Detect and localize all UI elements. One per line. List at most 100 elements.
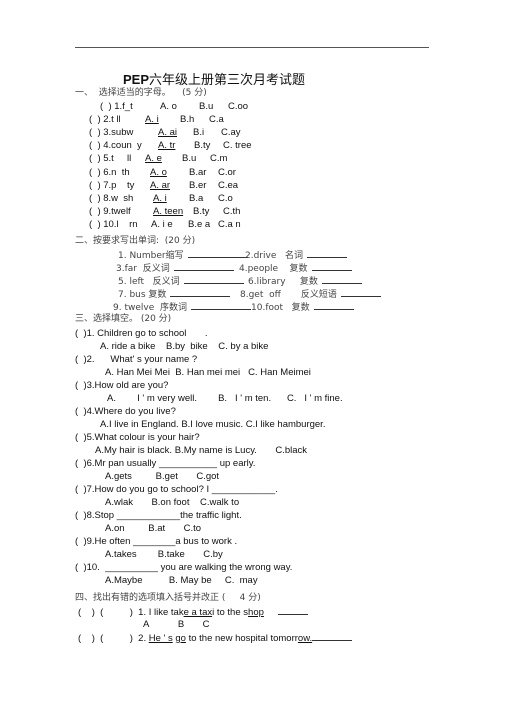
title-prefix: PEP xyxy=(123,72,150,87)
answer-blank xyxy=(313,301,354,310)
s1-question: ( ) 7.p ty xyxy=(89,179,135,191)
s3-question: ( )1. Children go to school . xyxy=(75,328,208,339)
s3-options: A.on B.at C.to xyxy=(105,523,202,534)
s3-question: ( )8.Stop ____________the traffic light. xyxy=(75,510,242,521)
s1-question: ( ) 2.t ll xyxy=(89,114,121,126)
s1-option-c: C.m xyxy=(210,153,228,165)
answer-blank xyxy=(173,262,234,271)
s3-question: ( )2. What' s your name ? xyxy=(75,354,198,365)
s1-option-c: C.oo xyxy=(228,101,249,112)
answer-blank xyxy=(277,606,308,615)
s3-question: ( )5.What colour is your hair? xyxy=(75,432,200,443)
s2-text: 3.far 反义词 xyxy=(116,264,170,274)
s1-option-a: A. teen xyxy=(153,205,184,217)
s1-option-c: C.a xyxy=(209,114,224,126)
answer-blank xyxy=(311,262,352,271)
s3-question: ( )6.Mr pan usually ___________ up early… xyxy=(75,458,256,469)
s2-item-right: 4.people 复数 xyxy=(239,262,352,275)
s2-text: 2.drive 名词 xyxy=(245,251,303,261)
s3-options: A.gets B.get C.got xyxy=(105,471,220,482)
s4-option-c: hop xyxy=(248,607,264,618)
answer-blank xyxy=(187,249,248,258)
s3-options: A.My hair is black. B.My name is Lucy. C… xyxy=(95,445,308,456)
s1-option-b: B.e a xyxy=(188,218,211,230)
s2-text: 9. twelve 序数词 xyxy=(113,303,187,313)
s1-option-c: C.or xyxy=(218,166,236,178)
s1-option-a: A. e xyxy=(145,153,162,165)
s2-text: 4.people 复数 xyxy=(239,264,308,274)
s3-question: ( )4.Where do you live? xyxy=(75,406,176,417)
s1-option-a: A. ar xyxy=(150,179,171,191)
s2-item-left: 3.far 反义词 xyxy=(116,262,234,275)
s1-option-b: B.u xyxy=(182,153,197,165)
answer-blank xyxy=(183,275,244,284)
s2-item-right: 8.get off 反义短语 xyxy=(240,288,381,301)
s1-option-b: B.a xyxy=(189,192,204,204)
s1-option-b: B.h xyxy=(180,114,195,126)
s3-options: A.takes B.take C.by xyxy=(105,549,223,560)
s4-option-b: go xyxy=(175,633,186,644)
title-text: 六年级上册第三次月考试题 xyxy=(149,72,306,87)
s4-option-a: He ' s xyxy=(148,633,173,644)
s1-option-a: A. tr xyxy=(158,140,176,152)
s3-options: A.I live in England. B.I love music. C.I… xyxy=(100,419,326,430)
s1-question: ( ) 6.n th xyxy=(89,166,130,178)
s2-text: 10.foot 复数 xyxy=(251,303,310,313)
s2-text: 7. bus 复数 xyxy=(118,290,167,300)
s1-question: ( ) 9.twelf xyxy=(89,205,131,217)
s3-question: ( )7.How do you go to school? I ________… xyxy=(75,484,278,495)
s4-prefix: ( ) ( ) 2. xyxy=(78,633,149,644)
s1-option-b: B.er xyxy=(189,179,207,191)
s1-question: ( ) 8.w sh xyxy=(89,192,134,204)
s3-options: A. ride a bike B.by bike C. by a bike xyxy=(100,341,269,352)
s2-item-left: 5. left 反义词 xyxy=(118,275,244,288)
s1-option-c: C. tree xyxy=(223,140,252,152)
s1-option-b: B.u xyxy=(199,101,214,112)
s2-item-left: 7. bus 复数 xyxy=(118,288,231,301)
answer-blank xyxy=(340,288,381,297)
section4-heading: 四、找出有错的选项填入括号并改正 ( 4 分) xyxy=(75,593,261,603)
section2-heading: 二、按要求写出单词: (20 分) xyxy=(75,236,196,246)
s2-item-right: 6.library 复数 xyxy=(248,275,362,288)
s1-option-a: A. i xyxy=(153,192,167,204)
s4-prefix: ( ) ( ) 1. I like tak xyxy=(78,607,184,618)
s1-option-b: B.ty xyxy=(193,205,210,217)
s1-option-a: A. i e xyxy=(151,218,173,230)
answer-blank xyxy=(170,288,231,297)
s1-option-a: A. ai xyxy=(158,127,178,139)
answer-blank xyxy=(312,632,353,641)
s1-question: ( ) 10.l rn xyxy=(89,218,138,230)
s2-item-left: 9. twelve 序数词 xyxy=(113,301,251,314)
s2-item-right: 2.drive 名词 xyxy=(245,249,347,262)
s1-option-a: A. i xyxy=(145,114,159,126)
s1-question: ( ) 4.coun y xyxy=(89,140,142,152)
s2-text: 8.get off 反义短语 xyxy=(240,290,337,300)
s4-text: i to the s xyxy=(212,607,249,618)
s4-item: ( ) ( ) 1. I like take a taxi to the sho… xyxy=(78,606,308,618)
answer-blank xyxy=(306,249,347,258)
section1-heading: 一、 选择适当的字母。 (5 分) xyxy=(75,88,207,98)
s2-text: 6.library 复数 xyxy=(248,277,318,287)
s1-option-b: B.i xyxy=(193,127,205,139)
s1-option-b: B.ar xyxy=(189,166,207,178)
s2-text: 5. left 反义词 xyxy=(118,277,180,287)
s3-question: ( )9.He often ________a bus to work . xyxy=(75,536,238,547)
s2-item-left: 1. Number缩写 xyxy=(118,249,248,262)
s4-text: to the new hospital tomorr xyxy=(185,633,298,644)
s1-question: ( ) 3.subw xyxy=(89,127,134,139)
page-title: PEP六年级上册第三次月考试题 xyxy=(123,69,305,88)
s3-options: A. Han Mei Mei B. Han mei mei C. Han Mei… xyxy=(105,367,311,378)
s1-option-c: C.o xyxy=(218,192,233,204)
s2-item-right: 10.foot 复数 xyxy=(251,301,354,314)
answer-blank xyxy=(321,275,362,284)
s3-options: A.wlak B.on foot C.walk to xyxy=(105,497,240,508)
s1-question: ( ) 1.f_t xyxy=(100,101,133,112)
s2-text: 1. Number缩写 xyxy=(118,251,184,261)
s1-option-a: A. o xyxy=(160,101,177,112)
s4-option-c: ow. xyxy=(297,633,313,644)
s1-question: ( ) 5.t ll xyxy=(89,153,132,165)
s3-question: ( )10. __________ you are walking the wr… xyxy=(75,562,293,573)
s4-item: ( ) ( ) 2. He ' s go to the new hospital… xyxy=(78,632,353,644)
s1-option-c: C.ay xyxy=(221,127,241,139)
s1-option-c: C.a n xyxy=(218,218,241,230)
